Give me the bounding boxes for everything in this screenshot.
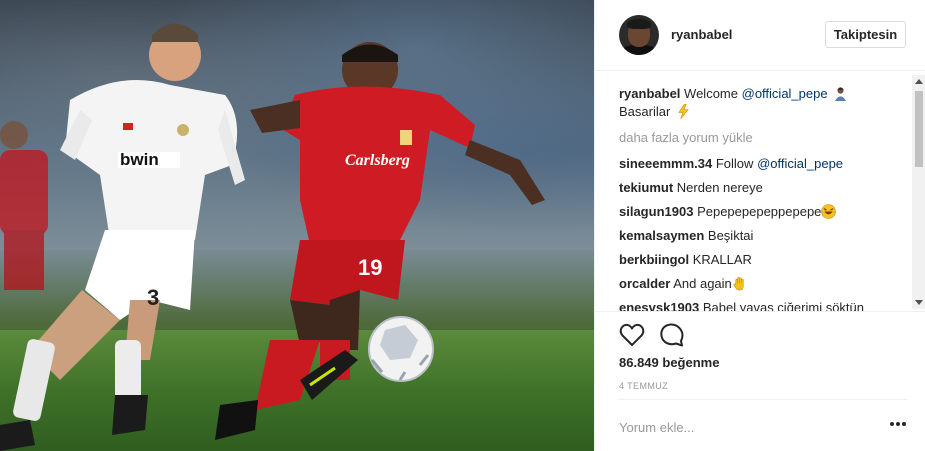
post-header: ryanbabel Takiptesin bbox=[595, 0, 925, 71]
list-item: orcalder And again bbox=[619, 275, 747, 293]
comment-text: Pepepepepeppepepe bbox=[697, 204, 822, 219]
scroll-up-arrow-icon[interactable] bbox=[915, 79, 923, 84]
caption-username[interactable]: ryanbabel bbox=[619, 86, 680, 101]
list-item: tekiumut Nerden nereye bbox=[619, 179, 763, 197]
player-red-kit: Carlsberg 19 bbox=[215, 42, 545, 440]
list-item: sineeemmm.34 Follow @official_pepe bbox=[619, 155, 843, 173]
comment-text: Nerden nereye bbox=[676, 180, 763, 195]
comment-text: Follow bbox=[715, 156, 754, 171]
football bbox=[368, 316, 434, 382]
lightning-emoji-icon bbox=[678, 104, 689, 119]
comment-text: And again bbox=[673, 276, 732, 291]
likes-count[interactable]: 86.849 beğenme bbox=[619, 355, 719, 370]
caption-text-2: Basarilar bbox=[619, 104, 671, 119]
comment-username[interactable]: orcalder bbox=[619, 276, 670, 291]
shirt-number-left: 3 bbox=[147, 285, 159, 310]
comment-text: KRALLAR bbox=[692, 252, 752, 267]
scroll-down-arrow-icon[interactable] bbox=[915, 300, 923, 305]
list-item: silagun1903 Pepepepepeppepepe bbox=[619, 203, 837, 221]
add-comment-bar: Yorum ekle... bbox=[619, 399, 907, 451]
comment-text: Babel yavaş ciğerimi söktün bbox=[702, 300, 865, 312]
hand-emoji-icon bbox=[733, 277, 744, 291]
comments-list: ryanbabel Welcome @official_pepe Basaril… bbox=[595, 72, 925, 312]
more-options-icon[interactable] bbox=[890, 422, 906, 428]
caption-mention[interactable]: @official_pepe bbox=[742, 86, 828, 101]
comments-scrollbar[interactable] bbox=[912, 75, 925, 309]
comment-username[interactable]: berkbiingol bbox=[619, 252, 689, 267]
comment-input[interactable]: Yorum ekle... bbox=[619, 420, 694, 435]
comment-username[interactable]: enesvsk1903 bbox=[619, 300, 699, 311]
comment-username[interactable]: kemalsaymen bbox=[619, 228, 704, 243]
shirt-number-right: 19 bbox=[358, 255, 382, 280]
comment-mention[interactable]: @official_pepe bbox=[757, 156, 843, 171]
heart-icon[interactable] bbox=[619, 322, 645, 348]
caption-line-2: Basarilar bbox=[619, 103, 691, 121]
list-item: berkbiingol KRALLAR bbox=[619, 251, 752, 269]
list-item: enesvsk1903 Babel yavaş ciğerimi söktün bbox=[619, 299, 865, 312]
comment-username[interactable]: sineeemmm.34 bbox=[619, 156, 712, 171]
load-more-comments[interactable]: daha fazla yorum yükle bbox=[619, 130, 753, 145]
list-item: kemalsaymen Beşiktai bbox=[619, 227, 753, 245]
post-date[interactable]: 4 TEMMUZ bbox=[619, 381, 668, 391]
laughing-emoji-icon bbox=[821, 204, 837, 219]
following-button[interactable]: Takiptesin bbox=[825, 21, 906, 48]
comment-text: Beşiktai bbox=[707, 228, 754, 243]
shirt-sponsor-right: Carlsberg bbox=[345, 152, 410, 169]
post-photo[interactable]: bwin 3 Carlsberg 19 bbox=[0, 0, 594, 451]
shirt-sponsor-left: bwin bbox=[120, 150, 159, 169]
players-illustration: bwin 3 Carlsberg 19 bbox=[0, 23, 545, 451]
header-username[interactable]: ryanbabel bbox=[671, 27, 732, 42]
comment-username[interactable]: silagun1903 bbox=[619, 204, 693, 219]
caption-text: Welcome bbox=[684, 86, 738, 101]
scrollbar-thumb[interactable] bbox=[915, 91, 923, 167]
comment-username[interactable]: tekiumut bbox=[619, 180, 673, 195]
comment-icon[interactable] bbox=[659, 322, 685, 348]
caption: ryanbabel Welcome @official_pepe bbox=[619, 85, 848, 103]
post-side-panel: ryanbabel Takiptesin ryanbabel Welcome @… bbox=[594, 0, 925, 451]
avatar[interactable] bbox=[619, 15, 659, 55]
person-emoji-icon bbox=[835, 87, 847, 101]
